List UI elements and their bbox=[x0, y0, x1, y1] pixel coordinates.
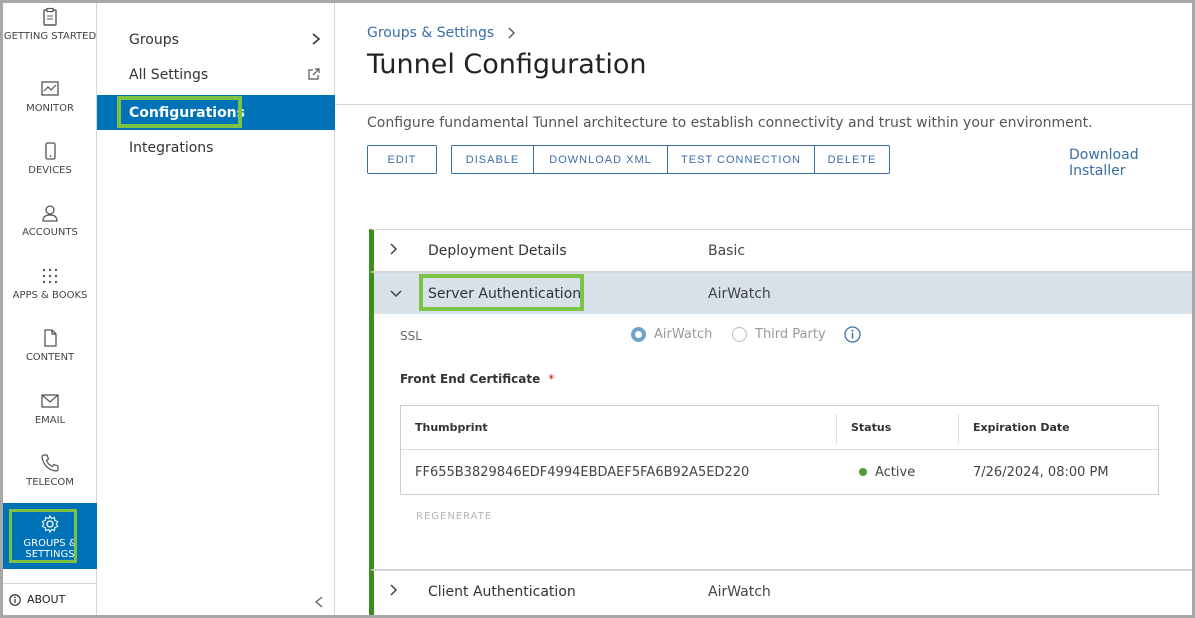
certificate-table: Thumbprint Status Expiration Date FF655B… bbox=[400, 405, 1159, 495]
radio-unselected-icon bbox=[732, 327, 747, 342]
field-label: Front End Certificate bbox=[400, 372, 541, 386]
section-header[interactable]: Client Authentication AirWatch bbox=[374, 571, 1192, 612]
ssl-label: SSL bbox=[400, 329, 422, 343]
section-header[interactable]: Deployment Details Basic bbox=[374, 230, 1192, 271]
ssl-radio-third-party[interactable]: Third Party bbox=[732, 327, 826, 342]
section-deployment-details: Deployment Details Basic bbox=[369, 229, 1192, 272]
nav-content[interactable]: CONTENT bbox=[3, 328, 97, 368]
subnav-item-label: Integrations bbox=[129, 139, 214, 156]
action-button-group: DISABLE DOWNLOAD XML TEST CONNECTION DEL… bbox=[451, 145, 890, 174]
table-row: FF655B3829846EDF4994EBDAEF5FA6B92A5ED220… bbox=[401, 450, 1158, 494]
nav-email[interactable]: EMAIL bbox=[3, 391, 97, 431]
highlight-box bbox=[117, 96, 242, 128]
chevron-right-icon bbox=[312, 33, 321, 45]
status-text: Active bbox=[875, 464, 916, 480]
highlight-box bbox=[9, 509, 77, 563]
section-label: Client Authentication bbox=[428, 583, 576, 600]
divider bbox=[335, 104, 1192, 105]
about-link[interactable]: ABOUT bbox=[3, 583, 97, 615]
telephone-icon bbox=[41, 454, 59, 472]
info-icon bbox=[9, 593, 21, 606]
front-end-certificate-label: Front End Certificate * bbox=[400, 372, 554, 386]
radio-label: AirWatch bbox=[654, 327, 713, 342]
breadcrumb: Groups & Settings bbox=[367, 25, 516, 41]
section-server-authentication: Server Authentication AirWatch SSL AirWa… bbox=[369, 272, 1192, 570]
regenerate-button[interactable]: REGENERATE bbox=[416, 511, 492, 522]
nav-label: APPS & BOOKS bbox=[12, 290, 88, 301]
ssl-radio-airwatch[interactable]: AirWatch bbox=[631, 327, 712, 342]
nav-devices[interactable]: DEVICES bbox=[3, 141, 97, 181]
breadcrumb-link[interactable]: Groups & Settings bbox=[367, 25, 494, 41]
test-connection-button[interactable]: TEST CONNECTION bbox=[668, 146, 815, 173]
nav-label: EMAIL bbox=[34, 415, 66, 426]
section-value: AirWatch bbox=[708, 583, 771, 600]
subnav-item-label: All Settings bbox=[129, 66, 209, 83]
clipboard-icon bbox=[43, 7, 57, 26]
subnav-item-configurations[interactable]: Configurations bbox=[97, 95, 335, 130]
chevron-down-icon bbox=[390, 289, 402, 297]
grid-icon bbox=[42, 268, 58, 284]
chevron-right-icon bbox=[508, 27, 516, 39]
monitor-icon bbox=[41, 81, 59, 96]
required-mark: * bbox=[548, 372, 555, 386]
user-icon bbox=[42, 205, 58, 222]
main-content: Groups & Settings Tunnel Configuration C… bbox=[335, 3, 1192, 615]
section-header[interactable]: Server Authentication AirWatch bbox=[374, 273, 1192, 314]
about-label: ABOUT bbox=[27, 593, 66, 606]
app-window: GETTING STARTED MONITOR DEVICES ACCOUNTS… bbox=[0, 0, 1195, 618]
section-client-authentication: Client Authentication AirWatch bbox=[369, 570, 1192, 615]
section-value: Basic bbox=[708, 242, 746, 259]
table-header: Thumbprint Status Expiration Date bbox=[401, 406, 1158, 450]
nav-apps-books[interactable]: APPS & BOOKS bbox=[3, 266, 97, 306]
envelope-icon bbox=[41, 394, 59, 408]
nav-getting-started[interactable]: GETTING STARTED bbox=[3, 7, 97, 65]
settings-subnav: Groups All Settings Configurations Integ… bbox=[97, 3, 335, 615]
subnav-item-groups[interactable]: Groups bbox=[97, 22, 335, 57]
page-title: Tunnel Configuration bbox=[367, 49, 647, 80]
nav-monitor[interactable]: MONITOR bbox=[3, 79, 97, 119]
phone-icon bbox=[45, 142, 56, 160]
radio-label: Third Party bbox=[755, 327, 826, 342]
download-xml-button[interactable]: DOWNLOAD XML bbox=[534, 146, 668, 173]
nav-label: MONITOR bbox=[26, 103, 74, 114]
section-value: AirWatch bbox=[708, 285, 771, 302]
document-icon bbox=[44, 329, 57, 347]
cell-thumbprint: FF655B3829846EDF4994EBDAEF5FA6B92A5ED220 bbox=[415, 464, 750, 480]
subnav-item-integrations[interactable]: Integrations bbox=[97, 130, 335, 165]
nav-telecom[interactable]: TELECOM bbox=[3, 453, 97, 493]
nav-accounts[interactable]: ACCOUNTS bbox=[3, 203, 97, 243]
page-description: Configure fundamental Tunnel architectur… bbox=[367, 115, 1093, 131]
nav-label: GETTING STARTED bbox=[3, 31, 97, 42]
column-divider bbox=[958, 414, 959, 444]
collapse-chevron-icon[interactable] bbox=[314, 595, 324, 609]
subnav-item-label: Groups bbox=[129, 31, 179, 48]
subnav-item-all-settings[interactable]: All Settings bbox=[97, 57, 335, 92]
nav-label: CONTENT bbox=[25, 352, 75, 363]
download-installer-link[interactable]: Download Installer bbox=[1069, 147, 1192, 179]
nav-groups-settings[interactable]: GROUPS & SETTINGS bbox=[3, 503, 97, 569]
cell-status: Active bbox=[859, 450, 915, 494]
chevron-right-icon bbox=[390, 583, 398, 596]
delete-button[interactable]: DELETE bbox=[815, 146, 889, 173]
column-divider bbox=[836, 414, 837, 444]
nav-label: DEVICES bbox=[28, 165, 72, 176]
section-label: Deployment Details bbox=[428, 242, 567, 259]
column-header-thumbprint: Thumbprint bbox=[415, 421, 488, 434]
cell-expiration: 7/26/2024, 08:00 PM bbox=[973, 464, 1109, 480]
radio-selected-icon bbox=[631, 327, 646, 342]
column-header-status: Status bbox=[851, 421, 892, 434]
highlight-box bbox=[419, 274, 584, 311]
nav-label: ACCOUNTS bbox=[22, 227, 78, 238]
external-link-icon bbox=[308, 68, 320, 80]
column-header-expiration: Expiration Date bbox=[973, 421, 1070, 434]
edit-button[interactable]: EDIT bbox=[367, 145, 437, 174]
primary-nav-rail: GETTING STARTED MONITOR DEVICES ACCOUNTS… bbox=[3, 3, 97, 615]
status-active-icon bbox=[859, 468, 867, 476]
info-icon[interactable] bbox=[844, 326, 861, 343]
chevron-right-icon bbox=[390, 242, 398, 255]
disable-button[interactable]: DISABLE bbox=[452, 146, 534, 173]
nav-label: TELECOM bbox=[26, 477, 74, 488]
